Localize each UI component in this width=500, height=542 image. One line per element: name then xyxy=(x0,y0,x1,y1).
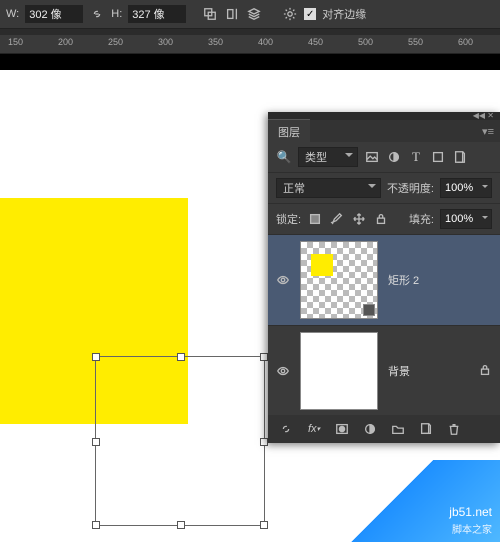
link-layers-icon[interactable] xyxy=(278,421,294,437)
transform-handle-ml[interactable] xyxy=(92,438,100,446)
lock-icon xyxy=(478,363,492,380)
fx-icon[interactable]: fx▾ xyxy=(306,421,322,437)
layers-panel: ◀◀ ✕ 图层 ▾≡ 🔍 类型 T 正常 不透明度: 100% 锁定: 填充: … xyxy=(268,112,500,443)
lock-all-icon[interactable] xyxy=(373,211,389,227)
lock-label: 锁定: xyxy=(276,211,301,227)
filter-type-dropdown[interactable]: 类型 xyxy=(298,147,358,167)
lock-brush-icon[interactable] xyxy=(329,211,345,227)
new-layer-icon[interactable] xyxy=(418,421,434,437)
transform-handle-mr[interactable] xyxy=(260,438,268,446)
visibility-icon[interactable] xyxy=(276,364,290,378)
transform-handle-bm[interactable] xyxy=(177,521,185,529)
watermark-sub: 脚本之家 xyxy=(452,521,492,536)
blend-opacity-row: 正常 不透明度: 100% xyxy=(268,173,500,204)
transform-handle-tm[interactable] xyxy=(177,353,185,361)
transform-selection[interactable] xyxy=(95,356,265,526)
tab-layers[interactable]: 图层 xyxy=(268,119,310,144)
group-icon[interactable] xyxy=(390,421,406,437)
panel-header: 图层 ▾≡ xyxy=(268,120,500,142)
width-label: W: xyxy=(6,8,19,20)
arrange-icon[interactable] xyxy=(246,6,262,22)
transform-handle-br[interactable] xyxy=(260,521,268,529)
trash-icon[interactable] xyxy=(446,421,462,437)
height-label: H: xyxy=(111,8,122,20)
horizontal-ruler: 150 200 250 300 350 400 450 500 550 600 xyxy=(0,35,500,54)
watermark-site: jb51.net xyxy=(449,505,492,519)
fill-label: 填充: xyxy=(409,211,434,227)
filter-shape-icon[interactable] xyxy=(430,149,446,165)
layer-name[interactable]: 矩形 2 xyxy=(388,272,492,288)
lock-fill-row: 锁定: 填充: 100% xyxy=(268,204,500,235)
filter-image-icon[interactable] xyxy=(364,149,380,165)
adjustment-icon[interactable] xyxy=(362,421,378,437)
align-icon[interactable] xyxy=(224,6,240,22)
layer-filter-row: 🔍 类型 T xyxy=(268,142,500,173)
options-bar: W: H: ✓ 对齐边缘 xyxy=(0,0,500,29)
fill-input[interactable]: 100% xyxy=(440,209,492,229)
filter-adjust-icon[interactable] xyxy=(386,149,402,165)
height-input[interactable] xyxy=(128,5,186,23)
lock-move-icon[interactable] xyxy=(351,211,367,227)
transform-handle-tr[interactable] xyxy=(260,353,268,361)
layer-row[interactable]: 矩形 2 xyxy=(268,235,500,326)
filter-smart-icon[interactable] xyxy=(452,149,468,165)
layer-thumbnail[interactable] xyxy=(300,332,378,410)
layer-name[interactable]: 背景 xyxy=(388,363,468,379)
align-edges-checkbox[interactable]: ✓ xyxy=(304,8,316,20)
layers-list: 矩形 2 背景 xyxy=(268,235,500,415)
search-icon[interactable]: 🔍 xyxy=(276,149,292,165)
width-input[interactable] xyxy=(25,5,83,23)
filter-text-icon[interactable]: T xyxy=(408,149,424,165)
transform-handle-bl[interactable] xyxy=(92,521,100,529)
panel-footer: fx▾ xyxy=(268,415,500,443)
blend-mode-dropdown[interactable]: 正常 xyxy=(276,178,381,198)
layer-row[interactable]: 背景 xyxy=(268,326,500,417)
mask-icon[interactable] xyxy=(334,421,350,437)
lock-pixels-icon[interactable] xyxy=(307,211,323,227)
gear-icon[interactable] xyxy=(282,6,298,22)
opacity-label: 不透明度: xyxy=(387,180,434,196)
opacity-input[interactable]: 100% xyxy=(440,178,492,198)
transform-handle-tl[interactable] xyxy=(92,353,100,361)
watermark: jb51.net 脚本之家 xyxy=(334,460,500,542)
visibility-icon[interactable] xyxy=(276,273,290,287)
link-icon[interactable] xyxy=(89,6,105,22)
vector-mask-icon xyxy=(363,304,375,316)
panel-menu-icon[interactable]: ▾≡ xyxy=(476,125,500,138)
layer-thumbnail[interactable] xyxy=(300,241,378,319)
align-edges-label: 对齐边缘 xyxy=(322,6,366,22)
pathfinder-unite-icon[interactable] xyxy=(202,6,218,22)
